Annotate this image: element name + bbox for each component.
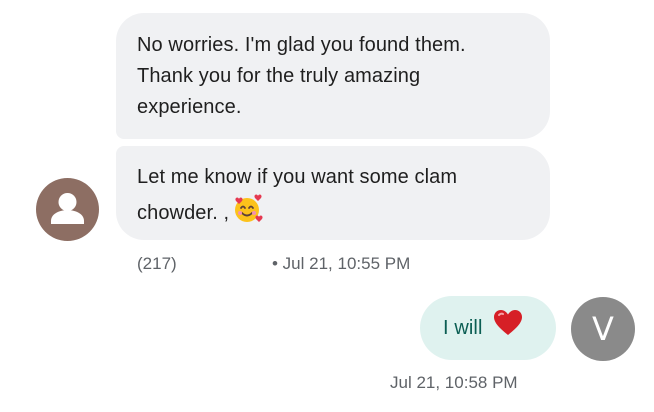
incoming-message-bubble[interactable]: Let me know if you want some clam chowde… [116,146,550,240]
message-text-line: chowder. , [137,193,530,235]
contact-avatar[interactable] [36,178,99,241]
message-text-line: experience. [137,96,242,118]
message-timestamp: • Jul 21, 10:55 PM [272,254,411,273]
avatar-initial: V [592,310,614,348]
red-heart-emoji [493,309,523,347]
self-avatar[interactable]: V [571,297,635,361]
message-text: I will [443,316,483,339]
message-text-fragment: chowder. , [137,202,230,224]
conversation-view: No worries. I'm glad you found them. Tha… [0,0,654,412]
outgoing-message-bubble[interactable]: I will [420,296,556,360]
person-icon [51,193,84,224]
message-text-line: Let me know if you want some clam [137,166,458,188]
smiling-face-with-hearts-emoji [231,193,263,235]
character-count: (217) [137,254,177,273]
message-timestamp: Jul 21, 10:58 PM [390,373,518,392]
incoming-message-bubble[interactable]: No worries. I'm glad you found them. Tha… [116,13,550,139]
message-text-line: Thank you for the truly amazing [137,65,421,87]
message-text-line: No worries. I'm glad you found them. [137,34,466,56]
